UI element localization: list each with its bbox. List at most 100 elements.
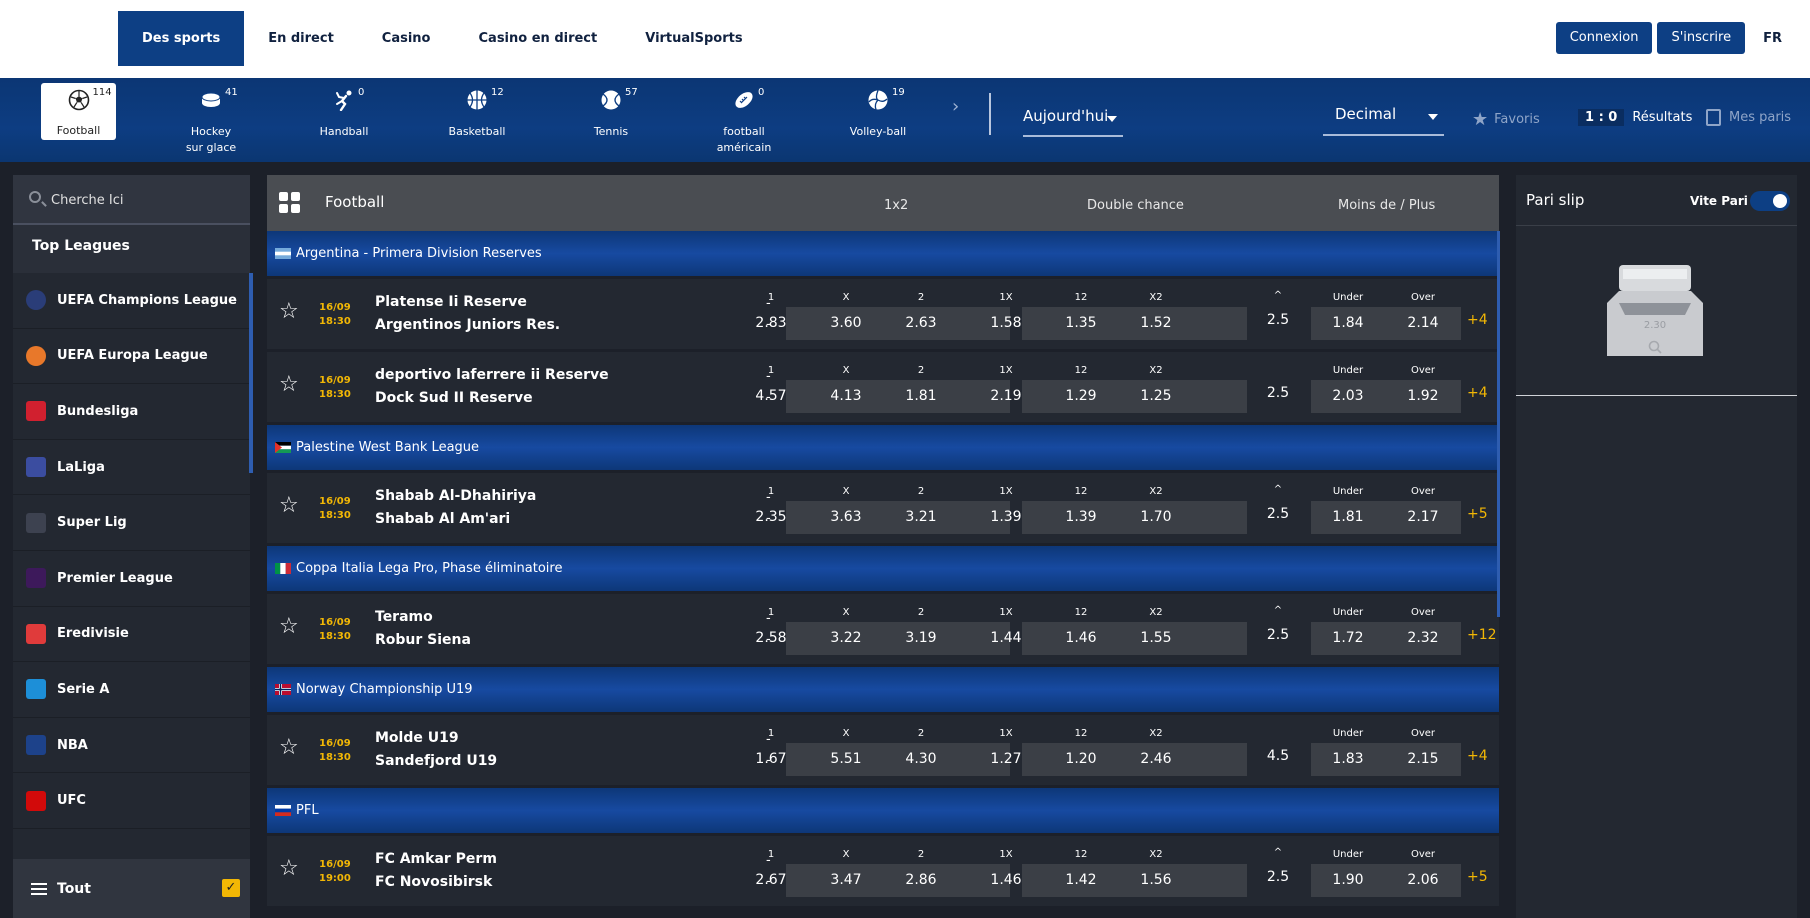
- odds-button[interactable]: 3.22: [816, 630, 876, 646]
- sport-tab-american-football[interactable]: 0 football américain: [685, 83, 803, 154]
- odds-button[interactable]: 1.27: [976, 751, 1036, 767]
- over-odds-button[interactable]: 2.14: [1393, 315, 1453, 331]
- all-leagues-bar[interactable]: Tout ✓: [13, 859, 250, 918]
- league-header[interactable]: PFL: [267, 788, 1499, 833]
- odds-button[interactable]: 3.21: [891, 509, 951, 525]
- nav-live[interactable]: En direct: [244, 11, 358, 66]
- results-link[interactable]: 1 : 0 Résultats: [1578, 109, 1692, 126]
- away-team[interactable]: Shabab Al Am'ari: [375, 511, 510, 527]
- odds-button[interactable]: 1.52: [1126, 315, 1186, 331]
- nav-sports[interactable]: Des sports: [118, 11, 245, 66]
- sport-tab-volleyball[interactable]: 19 Volley-ball: [819, 83, 937, 151]
- odds-button[interactable]: 1.20: [1051, 751, 1111, 767]
- sidebar-item-champions-league[interactable]: UEFA Champions League: [13, 273, 250, 329]
- sport-tab-tennis[interactable]: 57 Tennis: [552, 83, 670, 151]
- odds-button[interactable]: 3.63: [816, 509, 876, 525]
- odds-button[interactable]: 2.83: [741, 315, 801, 331]
- quick-bet-toggle[interactable]: [1750, 191, 1790, 211]
- favorite-star-icon[interactable]: ☆: [279, 616, 299, 638]
- more-markets-link[interactable]: +5: [1467, 869, 1488, 885]
- odds-button[interactable]: 5.51: [816, 751, 876, 767]
- odds-button[interactable]: 1.39: [976, 509, 1036, 525]
- home-team[interactable]: Molde U19: [375, 730, 459, 746]
- home-team[interactable]: deportivo laferrere ii Reserve: [375, 367, 609, 383]
- home-team[interactable]: Teramo: [375, 609, 433, 625]
- sidebar-item-super-lig[interactable]: Super Lig: [13, 495, 250, 551]
- away-team[interactable]: Sandefjord U19: [375, 753, 497, 769]
- all-checkbox[interactable]: ✓: [222, 879, 240, 897]
- odds-button[interactable]: 1.42: [1051, 872, 1111, 888]
- odds-button[interactable]: 1.39: [1051, 509, 1111, 525]
- odds-button[interactable]: 2.19: [976, 388, 1036, 404]
- odds-button[interactable]: 2.86: [891, 872, 951, 888]
- more-markets-link[interactable]: +12: [1467, 627, 1497, 643]
- favorite-star-icon[interactable]: ☆: [279, 737, 299, 759]
- odds-button[interactable]: 1.58: [976, 315, 1036, 331]
- events-scrollbar[interactable]: [1497, 231, 1500, 617]
- league-header[interactable]: Palestine West Bank League: [267, 425, 1499, 470]
- odds-button[interactable]: 2.46: [1126, 751, 1186, 767]
- sidebar-item-serie-a[interactable]: Serie A: [13, 662, 250, 718]
- chevron-right-icon[interactable]: ›: [952, 96, 959, 117]
- nav-live-casino[interactable]: Casino en direct: [455, 11, 622, 66]
- more-markets-link[interactable]: +5: [1467, 506, 1488, 522]
- sidebar-item-premier-league[interactable]: Premier League: [13, 551, 250, 607]
- odds-button[interactable]: 1.29: [1051, 388, 1111, 404]
- odds-button[interactable]: 1.81: [891, 388, 951, 404]
- under-odds-button[interactable]: 1.72: [1318, 630, 1378, 646]
- odds-button[interactable]: 1.46: [1051, 630, 1111, 646]
- favorite-star-icon[interactable]: ☆: [279, 374, 299, 396]
- under-odds-button[interactable]: 1.81: [1318, 509, 1378, 525]
- login-button[interactable]: Connexion: [1555, 22, 1653, 54]
- chevron-up-icon[interactable]: ^: [1268, 290, 1288, 301]
- odds-button[interactable]: 2.63: [891, 315, 951, 331]
- chevron-up-icon[interactable]: ^: [1268, 847, 1288, 858]
- league-header[interactable]: Argentina - Primera Division Reserves: [267, 231, 1499, 276]
- favorite-star-icon[interactable]: ☆: [279, 495, 299, 517]
- league-header[interactable]: Coppa Italia Lega Pro, Phase éliminatoir…: [267, 546, 1499, 591]
- odds-button[interactable]: 1.35: [1051, 315, 1111, 331]
- away-team[interactable]: Robur Siena: [375, 632, 471, 648]
- away-team[interactable]: Argentinos Juniors Res.: [375, 317, 560, 333]
- favorite-star-icon[interactable]: ☆: [279, 858, 299, 880]
- favorites-link[interactable]: ★ Favoris: [1472, 109, 1540, 130]
- under-odds-button[interactable]: 2.03: [1318, 388, 1378, 404]
- odds-button[interactable]: 4.57: [741, 388, 801, 404]
- odds-button[interactable]: 1.25: [1126, 388, 1186, 404]
- search-input[interactable]: [51, 189, 231, 211]
- over-odds-button[interactable]: 2.15: [1393, 751, 1453, 767]
- favorite-star-icon[interactable]: ☆: [279, 301, 299, 323]
- odds-button[interactable]: 2.35: [741, 509, 801, 525]
- more-markets-link[interactable]: +4: [1467, 312, 1488, 328]
- sidebar-item-bundesliga[interactable]: Bundesliga: [13, 384, 250, 440]
- more-markets-link[interactable]: +4: [1467, 748, 1488, 764]
- sidebar-item-europa-league[interactable]: UEFA Europa League: [13, 329, 250, 385]
- under-odds-button[interactable]: 1.83: [1318, 751, 1378, 767]
- sport-tab-football[interactable]: 114 Football: [41, 83, 116, 140]
- odds-button[interactable]: 3.19: [891, 630, 951, 646]
- sidebar-item-laliga[interactable]: LaLiga: [13, 440, 250, 496]
- over-odds-button[interactable]: 2.32: [1393, 630, 1453, 646]
- away-team[interactable]: FC Novosibirsk: [375, 874, 492, 890]
- odds-button[interactable]: 1.70: [1126, 509, 1186, 525]
- odds-button[interactable]: 4.13: [816, 388, 876, 404]
- grid-icon[interactable]: [279, 192, 301, 214]
- date-filter-select[interactable]: Aujourd'hui: [1023, 107, 1123, 137]
- odds-button[interactable]: 1.67: [741, 751, 801, 767]
- sport-tab-hockey[interactable]: 41 Hockey sur glace: [152, 83, 270, 154]
- under-odds-button[interactable]: 1.90: [1318, 872, 1378, 888]
- under-odds-button[interactable]: 1.84: [1318, 315, 1378, 331]
- odds-format-select[interactable]: Decimal: [1323, 105, 1444, 136]
- sidebar-item-ufc[interactable]: UFC: [13, 773, 250, 829]
- odds-button[interactable]: 2.67: [741, 872, 801, 888]
- away-team[interactable]: Dock Sud II Reserve: [375, 390, 533, 406]
- sport-tab-handball[interactable]: 0 Handball: [285, 83, 403, 151]
- odds-button[interactable]: 3.47: [816, 872, 876, 888]
- home-team[interactable]: Platense Ii Reserve: [375, 294, 527, 310]
- sidebar-item-eredivisie[interactable]: Eredivisie: [13, 607, 250, 663]
- odds-button[interactable]: 1.46: [976, 872, 1036, 888]
- sport-tab-basketball[interactable]: 12 Basketball: [418, 83, 536, 151]
- odds-button[interactable]: 1.55: [1126, 630, 1186, 646]
- register-button[interactable]: S'inscrire: [1657, 22, 1746, 54]
- over-odds-button[interactable]: 2.06: [1393, 872, 1453, 888]
